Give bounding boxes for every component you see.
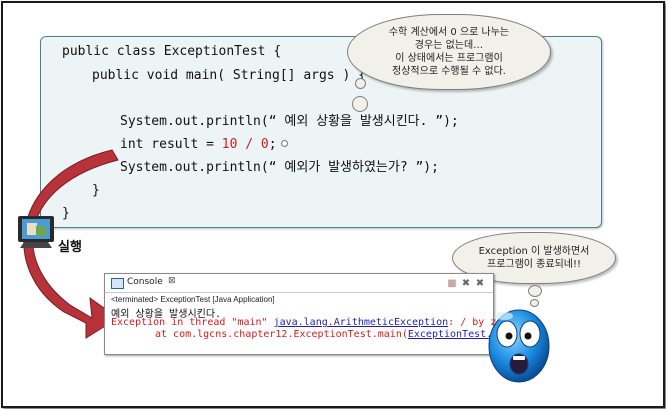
console-icon [111, 278, 124, 289]
console-close-icon[interactable]: ⊠ [168, 276, 176, 286]
console-tab[interactable]: Console [127, 277, 163, 287]
exception-class-link[interactable]: java.lang.ArithmeticException [274, 317, 449, 328]
callout-bottom-line2: 프로그램이 종료되네!! [487, 259, 581, 270]
shocked-face-icon [488, 309, 550, 383]
console-stacktrace-line: at com.lgcns.chapter12.ExceptionTest.mai… [155, 329, 534, 340]
trace-prefix: at com.lgcns.chapter12.ExceptionTest.mai… [155, 329, 408, 340]
console-terminated-label: <terminated> ExceptionTest [Java Applica… [111, 295, 275, 304]
remove-all-icon[interactable]: ✖ [475, 278, 485, 289]
console-tab-bar [105, 274, 493, 293]
console-view: Console ⊠ ■ ✖ ✖ <terminated> ExceptionTe… [104, 273, 534, 355]
run-label: 실행 [58, 240, 82, 255]
terminate-icon[interactable]: ■ [447, 278, 457, 289]
callout-bottom-line1: Exception 이 발생하면서 [478, 246, 590, 257]
remove-launch-icon[interactable]: ✖ [461, 278, 471, 289]
error-prefix: Exception in thread "main" [111, 317, 274, 328]
console-error-line: Exception in thread "main" java.lang.Ari… [111, 317, 514, 328]
monitor-run-icon [18, 216, 54, 248]
thought-dot-bottom-1 [528, 285, 542, 297]
